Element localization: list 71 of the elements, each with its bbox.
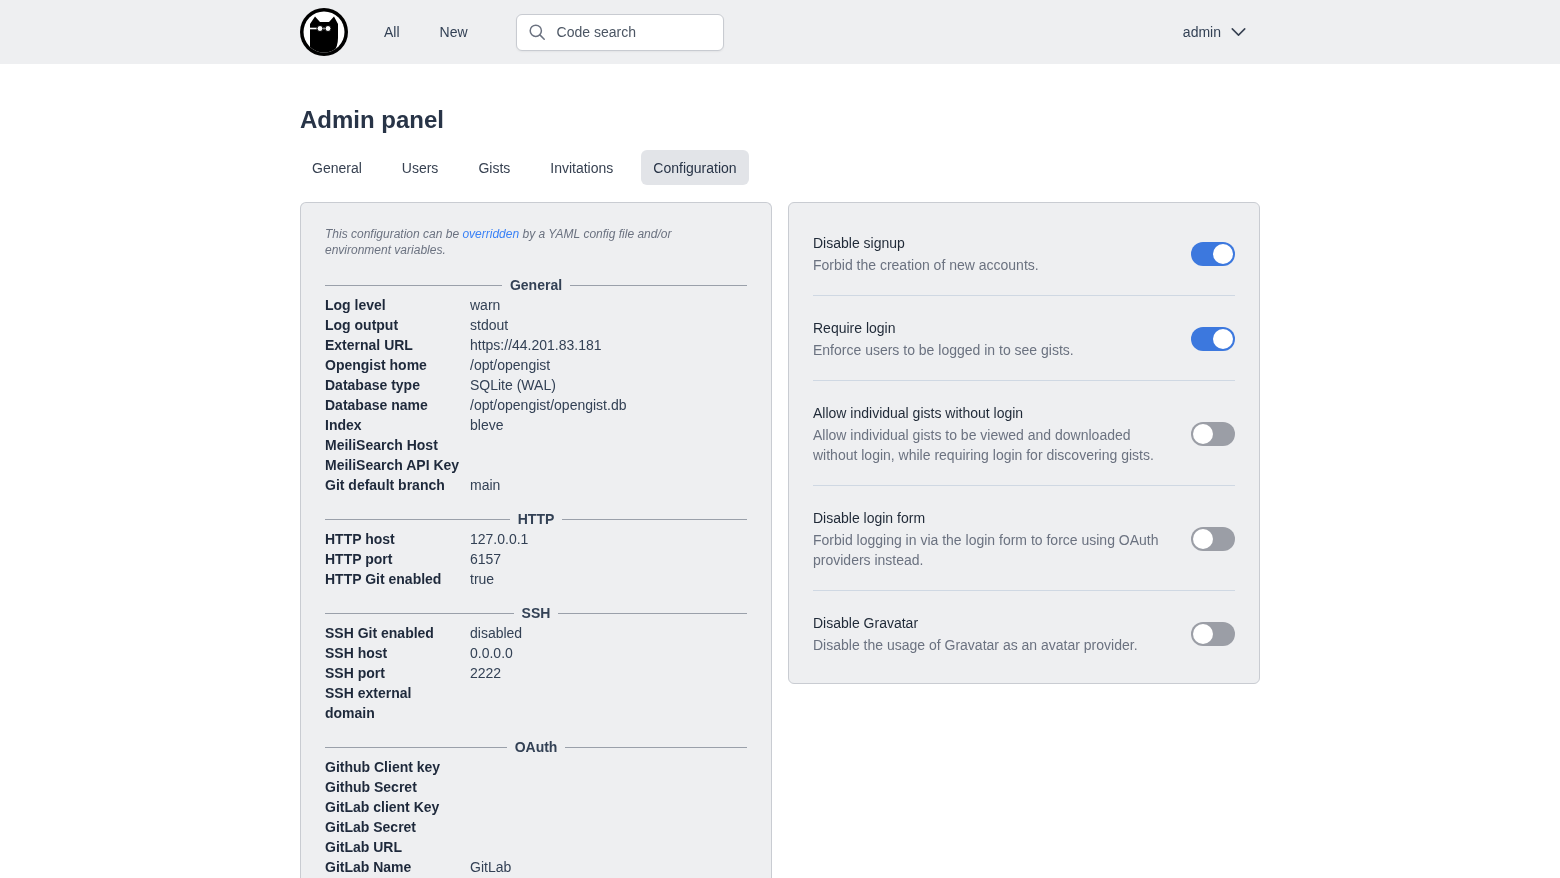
config-label: SSH Git enabled	[325, 624, 435, 643]
tab[interactable]: General	[300, 150, 374, 185]
search-field[interactable]: Code search	[515, 13, 724, 51]
config-label: SSH external domain	[325, 684, 413, 723]
setting-title: Disable login form	[813, 509, 927, 528]
config-value: true	[470, 570, 496, 589]
config-value: SQLite (WAL)	[470, 376, 557, 395]
tab[interactable]: Gists	[466, 150, 523, 185]
cat-logo-icon[interactable]	[300, 8, 348, 56]
config-value: 0.0.0.0	[470, 644, 514, 663]
setting-description: Enforce users to be logged in to see gists.	[813, 341, 1075, 360]
config-value: 6157	[470, 550, 503, 569]
config-label: Git default branch	[325, 476, 446, 495]
setting-title: Disable Gravatar	[813, 614, 920, 633]
config-label: Log level	[325, 296, 387, 315]
config-label: SSH host	[325, 644, 389, 663]
config-label: GitLab Secret	[325, 818, 418, 837]
config-label: HTTP Git enabled	[325, 570, 443, 589]
chevron-down-icon	[1231, 28, 1246, 36]
config-value: 127.0.0.1	[470, 530, 530, 549]
config-label: Index	[325, 416, 363, 435]
toggle-switch[interactable]	[1191, 242, 1235, 266]
toggle-switch[interactable]	[1191, 622, 1235, 646]
config-label: GitLab URL	[325, 838, 403, 857]
setting-description: Allow individual gists to be viewed and downloaded without login, while requiring login for discovering gists.	[813, 426, 1155, 465]
setting-title: Allow individual gists without login	[813, 404, 1025, 423]
config-label: GitLab Name	[325, 858, 413, 877]
setting-description: Disable the usage of Gravatar as an avatar provider.	[813, 636, 1139, 655]
tab[interactable]: Invitations	[538, 150, 626, 185]
config-value: https://44.201.83.181	[470, 336, 603, 355]
section-heading: HTTP	[517, 510, 555, 529]
user-menu-button[interactable]: admin	[1170, 18, 1260, 46]
config-label: Github Client key	[325, 758, 442, 777]
section-heading: OAuth	[514, 738, 558, 757]
setting-description: Forbid logging in via the login form to force using OAuth providers instead.	[813, 531, 1160, 570]
config-value: /opt/opengist	[470, 356, 552, 375]
config-label: Opengist home	[325, 356, 428, 375]
config-value: GitLab	[470, 858, 513, 877]
config-label: HTTP host	[325, 530, 396, 549]
page-title: Admin panel	[300, 105, 445, 135]
tab[interactable]: Configuration	[641, 150, 749, 185]
config-label: Log output	[325, 316, 400, 335]
toggle-switch[interactable]	[1191, 422, 1235, 446]
config-value: disabled	[470, 624, 524, 643]
config-value: /opt/opengist/opengist.db	[470, 396, 628, 415]
section-heading: General	[509, 276, 563, 295]
config-value: bleve	[470, 416, 505, 435]
search-icon	[528, 24, 545, 40]
config-label: GitLab client Key	[325, 798, 441, 817]
config-value: 2222	[470, 664, 503, 683]
setting-description: Forbid the creation of new accounts.	[813, 256, 1040, 275]
tab[interactable]: Users	[389, 150, 451, 185]
config-label: Github Secret	[325, 778, 418, 797]
nav-link[interactable]: All	[372, 18, 412, 46]
config-label: HTTP port	[325, 550, 394, 569]
config-label: MeiliSearch API Key	[325, 456, 461, 475]
config-note: This configuration can be overridden by a YAML config file and/or environment variables.	[325, 226, 673, 258]
config-label: Database type	[325, 376, 421, 395]
toggle-switch[interactable]	[1191, 527, 1235, 551]
setting-title: Require login	[813, 319, 897, 338]
config-value: main	[470, 476, 502, 495]
section-heading: SSH	[521, 604, 551, 623]
config-label: Database name	[325, 396, 429, 415]
config-label: SSH port	[325, 664, 386, 683]
toggle-switch[interactable]	[1191, 327, 1235, 351]
setting-title: Disable signup	[813, 234, 906, 253]
nav-link[interactable]: New	[427, 18, 480, 46]
config-label: MeiliSearch Host	[325, 436, 439, 455]
config-value: warn	[470, 296, 502, 315]
config-value: stdout	[470, 316, 510, 335]
config-label: External URL	[325, 336, 414, 355]
